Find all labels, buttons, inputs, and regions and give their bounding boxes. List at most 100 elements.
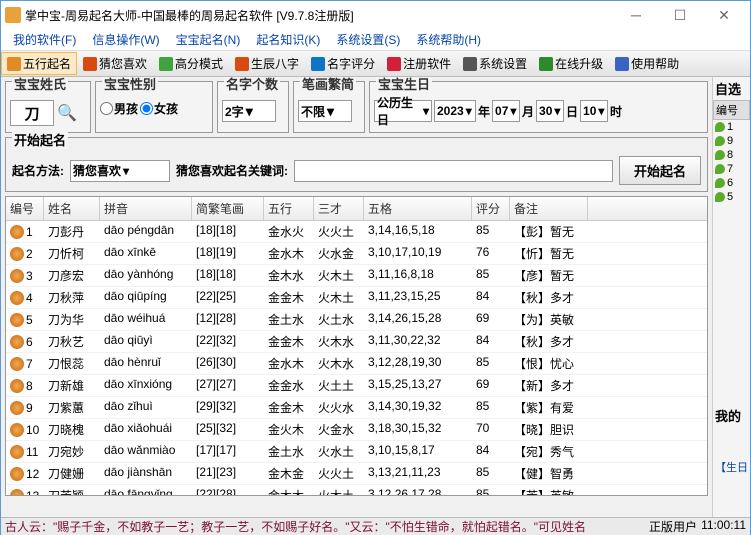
- close-button[interactable]: ✕: [702, 1, 746, 29]
- cell: 金木水: [264, 265, 314, 286]
- keyword-input[interactable]: [294, 160, 613, 182]
- cell: dāo hènruǐ: [100, 353, 192, 374]
- column-header[interactable]: 拼音: [100, 197, 192, 220]
- cell: 金水木: [264, 353, 314, 374]
- table-row[interactable]: 6刀秋艺dāo qiūyì[22][32]金金木火木水3,11,30,22,32…: [6, 331, 707, 353]
- table-row[interactable]: 4刀秋萍dāo qiūpínɡ[22][25]金金木火木土3,11,23,15,…: [6, 287, 707, 309]
- table-row[interactable]: 5刀为华dāo wéihuá[12][28]金土水火土水3,14,26,15,2…: [6, 309, 707, 331]
- grid-body[interactable]: 1刀彭丹dāo pénɡdān[18][18]金水火火火土3,14,16,5,1…: [6, 221, 707, 496]
- column-header[interactable]: 三才: [314, 197, 364, 220]
- cell: 85: [472, 221, 510, 242]
- cell: 火金水: [314, 419, 364, 440]
- column-header[interactable]: 备注: [510, 197, 588, 220]
- cell: dāo yànhónɡ: [100, 265, 192, 286]
- column-header[interactable]: 简繁笔画: [192, 197, 264, 220]
- table-row[interactable]: 8刀新雄dāo xīnxiónɡ[27][27]金金水火土土3,15,25,13…: [6, 375, 707, 397]
- day-select[interactable]: 30: [536, 100, 564, 122]
- table-row[interactable]: 2刀忻柯dāo xīnkē[18][19]金水木火水金3,10,17,10,19…: [6, 243, 707, 265]
- cell: 76: [472, 243, 510, 264]
- toolbar-button[interactable]: 在线升级: [533, 52, 609, 75]
- birth-type-select[interactable]: 公历生日: [374, 100, 432, 122]
- cell: 金金木: [264, 397, 314, 418]
- gender-female-radio[interactable]: 女孩: [140, 100, 178, 117]
- toolbar-button[interactable]: 名字评分: [305, 52, 381, 75]
- right-list-item[interactable]: 7: [713, 162, 750, 176]
- bean-icon: [715, 192, 725, 202]
- toolbar-button[interactable]: 注册软件: [381, 52, 457, 75]
- cell: 6: [6, 331, 44, 352]
- table-row[interactable]: 13刀芳颖dāo fānɡyǐnɡ[22][28]金木木火木土3,12,26,1…: [6, 485, 707, 496]
- cell: 金金木: [264, 287, 314, 308]
- method-select[interactable]: 猜您喜欢: [70, 160, 170, 182]
- tool-label: 注册软件: [403, 55, 451, 72]
- month-suffix: 月: [522, 103, 534, 120]
- table-row[interactable]: 10刀晓槐dāo xiǎohuái[25][32]金火木火金水3,18,30,1…: [6, 419, 707, 441]
- cell: [27][27]: [192, 375, 264, 396]
- cell: 9: [6, 397, 44, 418]
- right-list-item[interactable]: 1: [713, 120, 750, 134]
- cell: 【晓】胆识: [510, 419, 588, 440]
- cell: 【彭】暂无: [510, 221, 588, 242]
- minimize-button[interactable]: ─: [614, 1, 658, 29]
- row-icon: [10, 225, 24, 239]
- menu-item[interactable]: 系统设置(S): [328, 29, 408, 50]
- cell: [17][17]: [192, 441, 264, 462]
- right-link[interactable]: 【生日: [713, 457, 750, 477]
- namecount-label: 名字个数: [224, 77, 280, 93]
- cell: 金土水: [264, 309, 314, 330]
- table-row[interactable]: 9刀紫蕙dāo zǐhuì[29][32]金金木火火水3,14,30,19,32…: [6, 397, 707, 419]
- toolbar-button[interactable]: 系统设置: [457, 52, 533, 75]
- row-icon: [10, 379, 24, 393]
- menu-item[interactable]: 我的软件(F): [5, 29, 84, 50]
- table-row[interactable]: 12刀健姗dāo jiànshān[21][23]金木金火火土3,13,21,1…: [6, 463, 707, 485]
- toolbar-button[interactable]: 五行起名: [1, 52, 77, 75]
- menu-item[interactable]: 起名知识(K): [248, 29, 328, 50]
- cell: dāo pénɡdān: [100, 221, 192, 242]
- toolbar-button[interactable]: 使用帮助: [609, 52, 685, 75]
- cell: 3: [6, 265, 44, 286]
- column-header[interactable]: 五行: [264, 197, 314, 220]
- right-list-item[interactable]: 5: [713, 190, 750, 204]
- column-header[interactable]: 评分: [472, 197, 510, 220]
- right-list-item[interactable]: 6: [713, 176, 750, 190]
- table-row[interactable]: 7刀恨蕊dāo hènruǐ[26][30]金水木火木水3,12,28,19,3…: [6, 353, 707, 375]
- column-header[interactable]: 编号: [6, 197, 44, 220]
- column-header[interactable]: 五格: [364, 197, 472, 220]
- search-icon[interactable]: 🔍: [57, 103, 77, 123]
- hour-select[interactable]: 10: [580, 100, 608, 122]
- table-row[interactable]: 1刀彭丹dāo pénɡdān[18][18]金水火火火土3,14,16,5,1…: [6, 221, 707, 243]
- maximize-button[interactable]: ☐: [658, 1, 702, 29]
- cell: 金金水: [264, 375, 314, 396]
- cell: 刀紫蕙: [44, 397, 100, 418]
- table-row[interactable]: 3刀彦宏dāo yànhónɡ[18][18]金木水火木土3,11,16,8,1…: [6, 265, 707, 287]
- row-icon: [10, 313, 24, 327]
- column-header[interactable]: 姓名: [44, 197, 100, 220]
- start-button[interactable]: 开始起名: [619, 156, 701, 185]
- tool-icon: [463, 57, 477, 71]
- toolbar-button[interactable]: 猜您喜欢: [77, 52, 153, 75]
- table-row[interactable]: 11刀宛妙dāo wǎnmiào[17][17]金土水火水土3,10,15,8,…: [6, 441, 707, 463]
- cell: 【芳】英敏: [510, 485, 588, 496]
- strokes-label: 笔画繁简: [300, 77, 356, 93]
- menu-item[interactable]: 信息操作(W): [84, 29, 167, 50]
- cell: 刀健姗: [44, 463, 100, 484]
- surname-input[interactable]: [10, 100, 54, 126]
- row-icon: [10, 269, 24, 283]
- toolbar-button[interactable]: 高分模式: [153, 52, 229, 75]
- tool-icon: [159, 57, 173, 71]
- bean-icon: [715, 136, 725, 146]
- cell: dāo xīnkē: [100, 243, 192, 264]
- tool-label: 名字评分: [327, 55, 375, 72]
- month-select[interactable]: 07: [492, 100, 520, 122]
- gender-male-radio[interactable]: 男孩: [100, 100, 138, 117]
- menu-item[interactable]: 宝宝起名(N): [168, 29, 249, 50]
- menu-item[interactable]: 系统帮助(H): [408, 29, 489, 50]
- cell: 金木金: [264, 463, 314, 484]
- namecount-select[interactable]: 2字: [222, 100, 276, 122]
- cell: 3,15,25,13,27: [364, 375, 472, 396]
- year-select[interactable]: 2023: [434, 100, 476, 122]
- toolbar-button[interactable]: 生辰八字: [229, 52, 305, 75]
- right-list-item[interactable]: 8: [713, 148, 750, 162]
- strokes-select[interactable]: 不限: [298, 100, 352, 122]
- right-list-item[interactable]: 9: [713, 134, 750, 148]
